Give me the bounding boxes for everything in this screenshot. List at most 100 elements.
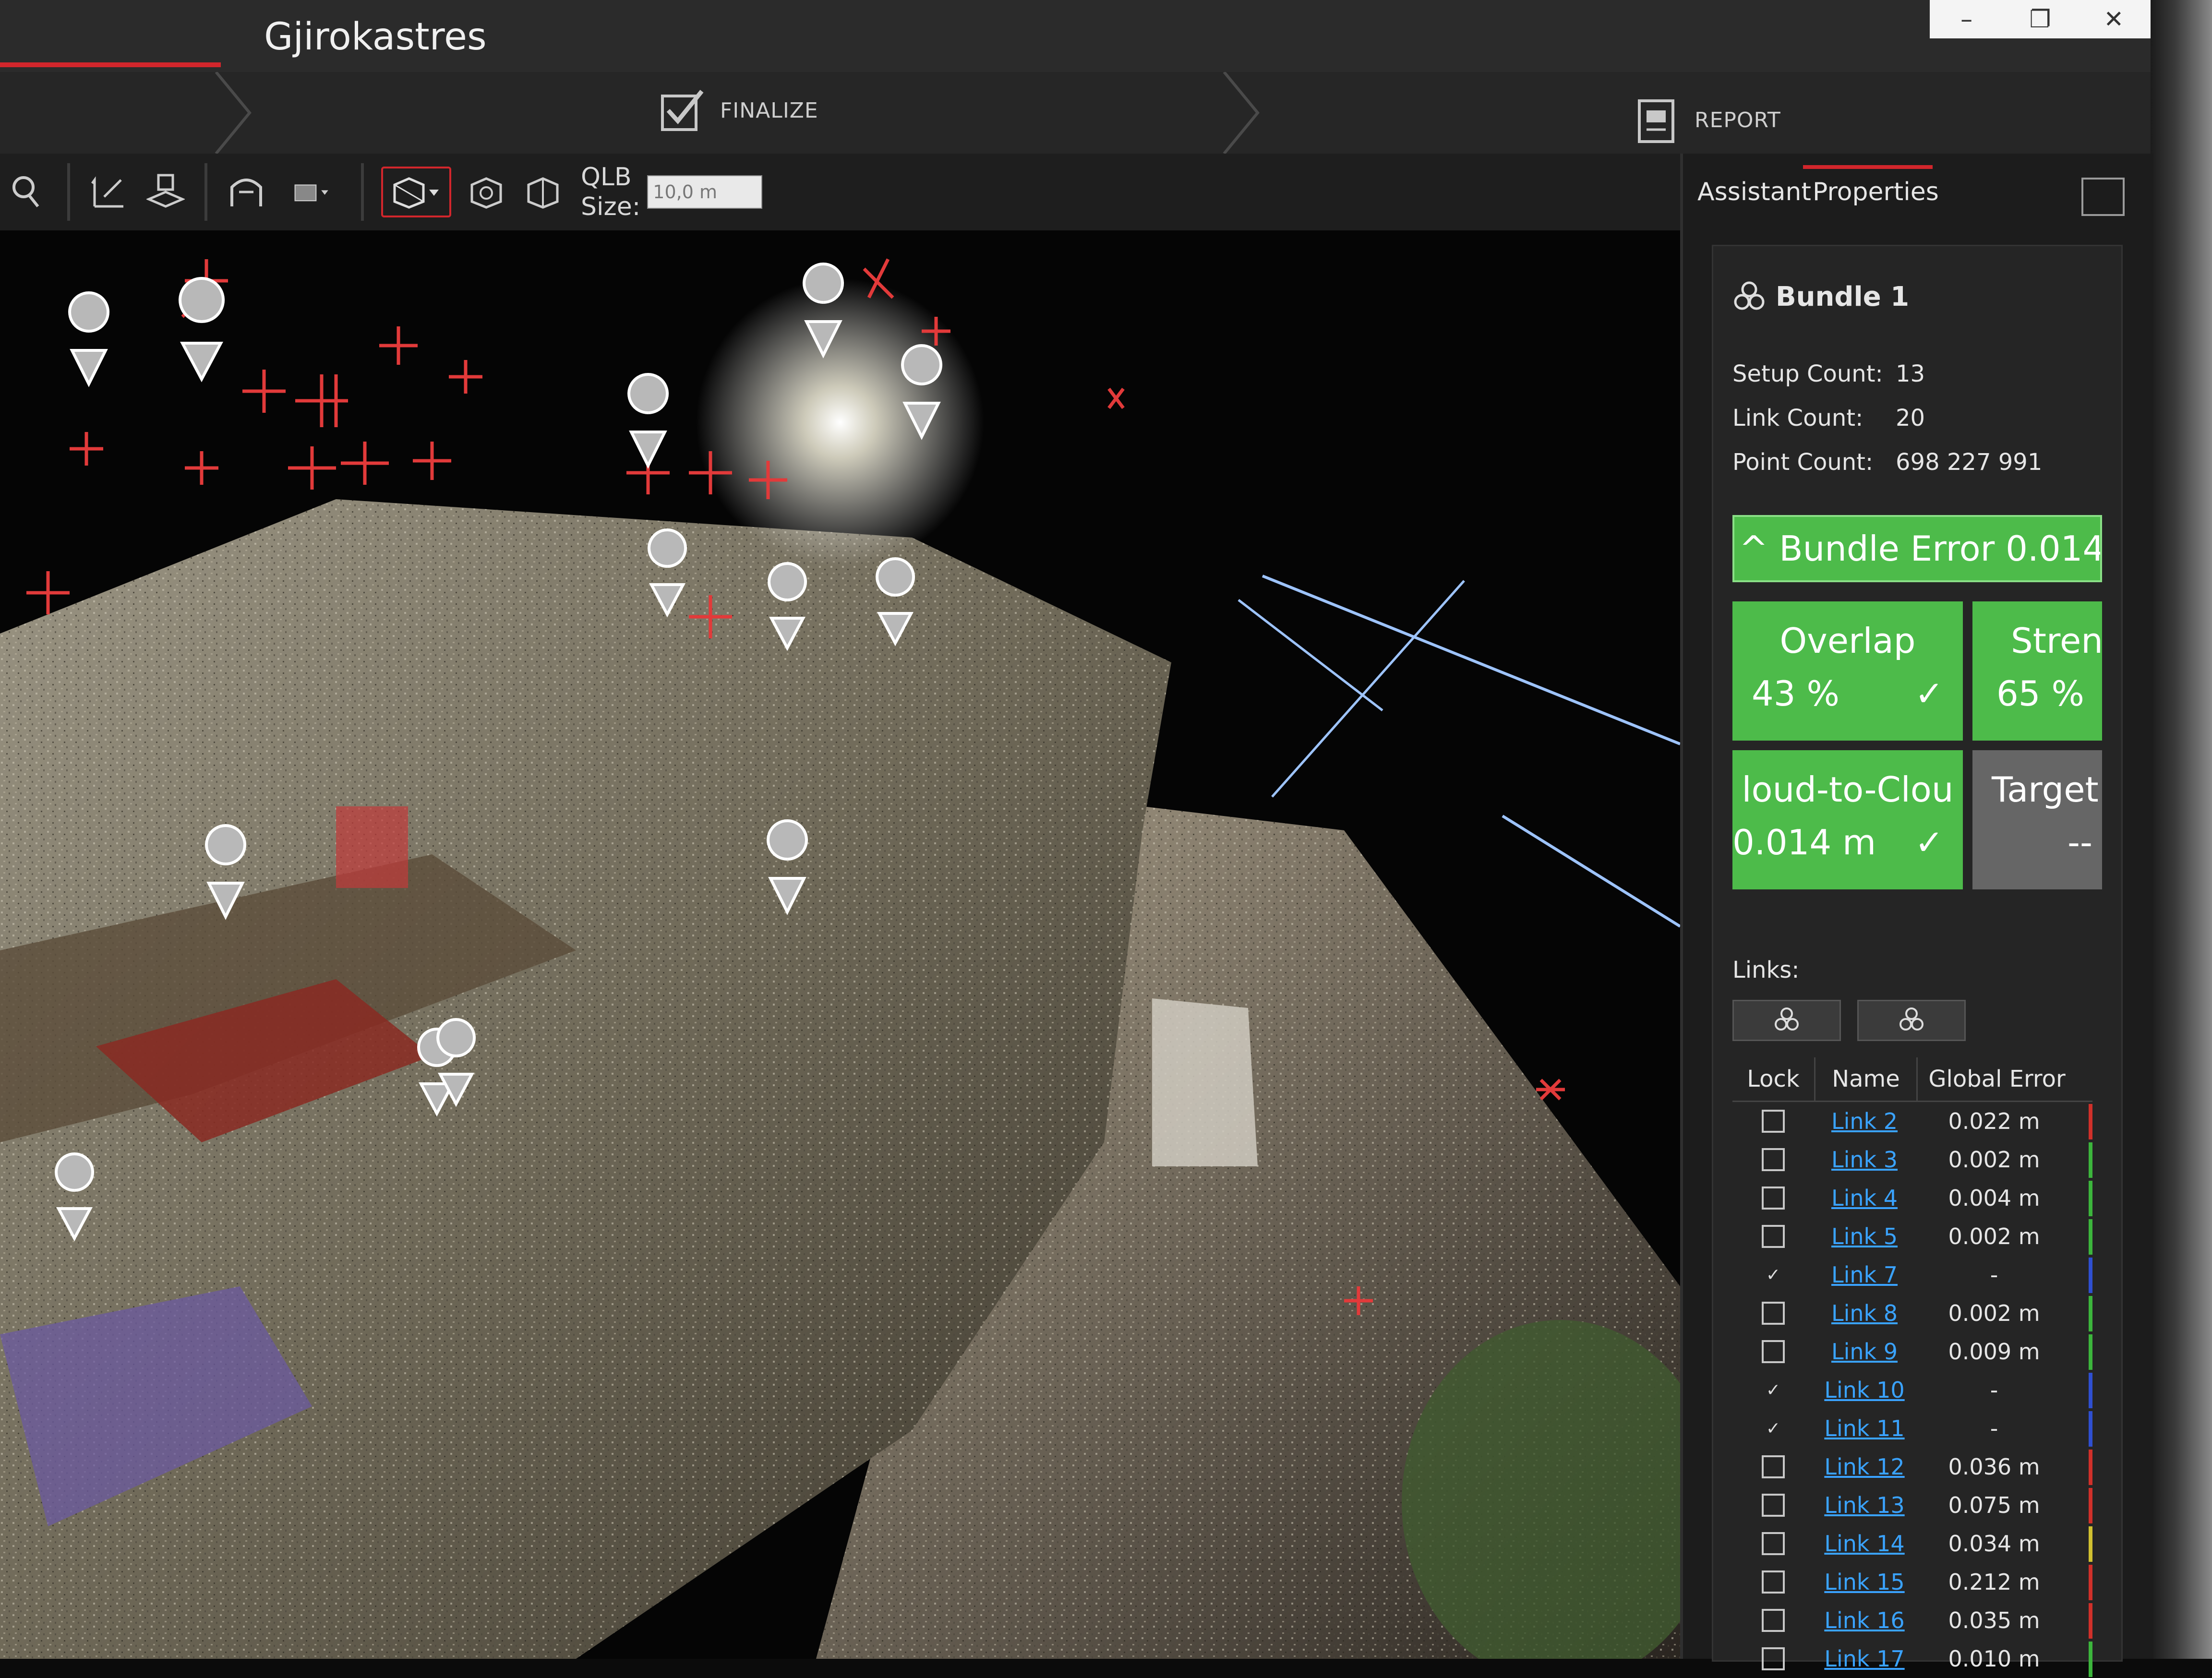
toolbar-divider xyxy=(361,163,364,221)
workflow-step-finalize[interactable]: FINALIZE xyxy=(658,86,818,134)
link-name[interactable]: Link 10 xyxy=(1814,1377,1915,1403)
table-row[interactable]: Link 8 0.002 m xyxy=(1732,1294,2092,1332)
table-row[interactable]: Link 14 0.034 m xyxy=(1732,1524,2092,1563)
link-add-button[interactable] xyxy=(1732,1000,1841,1041)
link-name[interactable]: Link 5 xyxy=(1814,1223,1915,1249)
table-row[interactable]: Link 17 0.010 m xyxy=(1732,1640,2092,1678)
cube-view-button[interactable] xyxy=(381,167,451,217)
link-name[interactable]: Link 16 xyxy=(1814,1607,1915,1633)
lock-checkbox[interactable]: ✓ xyxy=(1762,1263,1785,1286)
lock-checkbox[interactable] xyxy=(1762,1302,1785,1325)
link-global-error: 0.212 m xyxy=(1948,1569,2040,1595)
link-name[interactable]: Link 7 xyxy=(1814,1262,1915,1288)
minimize-button[interactable]: – xyxy=(1938,5,1996,33)
error-status-bar xyxy=(2089,1142,2092,1178)
lock-checkbox[interactable] xyxy=(1762,1225,1785,1248)
tile-value-row: 0.014 m ✓ xyxy=(1732,822,1944,863)
link-name[interactable]: Link 3 xyxy=(1814,1147,1915,1173)
error-status-bar xyxy=(2089,1488,2092,1523)
table-row[interactable]: Link 2 0.022 m xyxy=(1732,1102,2092,1140)
link-name[interactable]: Link 9 xyxy=(1814,1339,1915,1365)
link-name[interactable]: Link 14 xyxy=(1814,1531,1915,1557)
tile-value: 0.014 m xyxy=(1732,822,1876,863)
table-row[interactable]: Link 16 0.035 m xyxy=(1732,1601,2092,1640)
point-cloud-viewport[interactable] xyxy=(0,230,1680,1659)
table-row[interactable]: ✓ Link 11 - xyxy=(1732,1409,2092,1448)
lock-checkbox[interactable] xyxy=(1762,1647,1785,1670)
stat-value: 698 227 991 xyxy=(1896,449,2043,476)
cube-view-icon xyxy=(393,177,439,209)
error-status-bar xyxy=(2089,1219,2092,1255)
lock-checkbox[interactable] xyxy=(1762,1187,1785,1210)
axis-align-icon xyxy=(91,176,123,208)
level-scan-button[interactable] xyxy=(144,170,187,214)
qlb-size-input[interactable]: 10,0 m xyxy=(647,175,763,209)
link-remove-button[interactable] xyxy=(1857,1000,1966,1041)
link-name[interactable]: Link 8 xyxy=(1814,1300,1915,1326)
app-title: Gjirokastres xyxy=(264,15,487,59)
axis-align-button[interactable] xyxy=(87,170,131,214)
tab-properties[interactable]: Properties xyxy=(1813,178,1939,206)
bundle-stats: Setup Count: 13 Link Count: 20 Point Cou… xyxy=(1732,352,2107,484)
maximize-panel-icon[interactable] xyxy=(2081,178,2125,216)
lock-checkbox[interactable] xyxy=(1762,1494,1785,1517)
strength-tile[interactable]: Stren 65 % xyxy=(1972,601,2102,741)
stat-row: Link Count: 20 xyxy=(1732,396,2107,440)
cloud-cube-alt-button[interactable] xyxy=(521,170,565,214)
filter-button[interactable] xyxy=(7,170,50,214)
table-row[interactable]: Link 3 0.002 m xyxy=(1732,1140,2092,1179)
workflow-step-report[interactable]: REPORT xyxy=(1632,96,1781,144)
lock-checkbox[interactable] xyxy=(1762,1110,1785,1133)
link-name[interactable]: Link 15 xyxy=(1814,1569,1915,1595)
lock-checkbox[interactable] xyxy=(1762,1340,1785,1363)
lock-checkbox[interactable] xyxy=(1762,1455,1785,1478)
tile-value-row: 65 % xyxy=(1996,673,2084,714)
table-row[interactable]: Link 5 0.002 m xyxy=(1732,1217,2092,1256)
table-row[interactable]: Link 12 0.036 m xyxy=(1732,1448,2092,1486)
stat-value: 13 xyxy=(1896,360,1925,387)
table-row[interactable]: Link 4 0.004 m xyxy=(1732,1179,2092,1217)
column-header-global-error[interactable]: Global Error xyxy=(1918,1057,2076,1101)
bundle-error-banner[interactable]: ^ Bundle Error 0.014 m xyxy=(1732,515,2102,582)
assistant-panel: Assistant Properties Bundle 1 Setup Coun… xyxy=(1680,154,2153,1677)
table-row[interactable]: ✓ Link 7 - xyxy=(1732,1256,2092,1294)
chevron-separator xyxy=(211,71,254,155)
restore-button[interactable]: ❐ xyxy=(2011,5,2069,33)
tab-assistant[interactable]: Assistant xyxy=(1697,178,1811,206)
error-status-bar xyxy=(2089,1411,2092,1447)
lock-checkbox[interactable] xyxy=(1762,1148,1785,1171)
lock-checkbox[interactable]: ✓ xyxy=(1762,1378,1785,1402)
table-row[interactable]: Link 15 0.212 m xyxy=(1732,1563,2092,1601)
overlap-tile[interactable]: Overlap 43 % ✓ xyxy=(1732,601,1963,741)
link-name[interactable]: Link 4 xyxy=(1814,1185,1915,1211)
column-header-lock[interactable]: Lock xyxy=(1732,1057,1815,1101)
table-row[interactable]: Link 13 0.075 m xyxy=(1732,1486,2092,1524)
lock-checkbox[interactable]: ✓ xyxy=(1762,1417,1785,1440)
chevron-separator xyxy=(1219,71,1262,155)
link-name[interactable]: Link 13 xyxy=(1814,1492,1915,1518)
lock-cell: ✓ xyxy=(1732,1263,1814,1286)
lock-checkbox[interactable] xyxy=(1762,1532,1785,1555)
link-bundle-icon xyxy=(1899,1007,1923,1031)
target-tile[interactable]: Target -- xyxy=(1972,750,2102,889)
link-name[interactable]: Link 12 xyxy=(1814,1454,1915,1480)
table-row[interactable]: ✓ Link 10 - xyxy=(1732,1371,2092,1409)
error-status-bar xyxy=(2089,1565,2092,1600)
link-global-error: 0.034 m xyxy=(1948,1531,2040,1557)
tile-title: Stren xyxy=(2011,621,2102,661)
cloud-to-cloud-tile[interactable]: loud-to-Clou 0.014 m ✓ xyxy=(1732,750,1963,889)
lock-checkbox[interactable] xyxy=(1762,1570,1785,1594)
cloud-cube-button[interactable] xyxy=(465,170,508,214)
lock-checkbox[interactable] xyxy=(1762,1609,1785,1632)
selection-box-button[interactable] xyxy=(281,170,344,214)
visual-align-button[interactable] xyxy=(225,170,268,214)
stat-label: Link Count: xyxy=(1732,405,1863,431)
link-global-error: 0.036 m xyxy=(1948,1454,2040,1480)
lock-cell xyxy=(1732,1647,1814,1670)
table-row[interactable]: Link 9 0.009 m xyxy=(1732,1332,2092,1371)
close-button[interactable]: ✕ xyxy=(2085,5,2142,33)
link-name[interactable]: Link 11 xyxy=(1814,1415,1915,1441)
link-name[interactable]: Link 2 xyxy=(1814,1108,1915,1134)
link-name[interactable]: Link 17 xyxy=(1814,1646,1915,1672)
column-header-name[interactable]: Name xyxy=(1815,1057,1918,1101)
